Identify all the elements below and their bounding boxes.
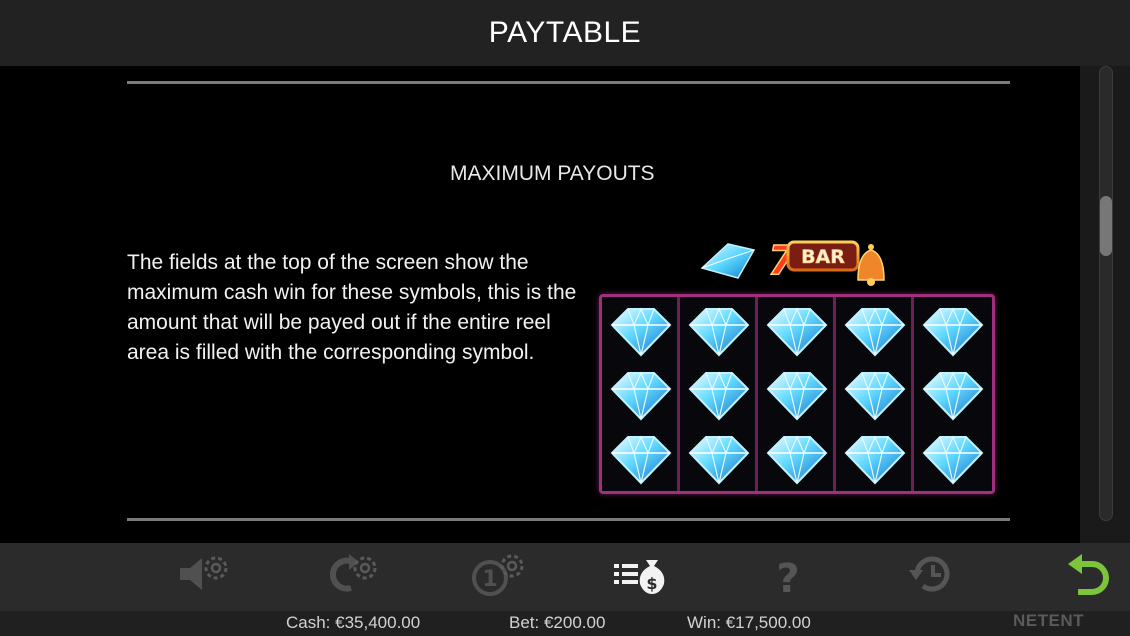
svg-text:1: 1 [482,567,497,592]
scrollbar-outline [1099,66,1113,521]
logo-bar-text: BAR [801,246,845,268]
divider-bottom [127,518,1010,521]
diamond-icon [606,365,676,425]
help-button[interactable]: ? [758,548,818,600]
diamond-icon [606,301,676,361]
brand-logo: NETENT [1013,611,1084,630]
reel-area [599,294,995,494]
history-button[interactable] [903,548,963,600]
arrows-gear-icon [329,554,377,592]
bet-settings-button[interactable]: 1 [470,548,530,600]
diamond-icon [684,365,754,425]
reel-column [602,297,680,491]
section-title: MAXIMUM PAYOUTS [450,162,655,185]
reel-column [836,297,914,491]
section-description: The fields at the top of the screen show… [127,251,577,364]
diamond-icon [840,429,910,489]
diamond-icon [840,365,910,425]
reel-column [914,297,992,491]
bell-icon [857,244,885,286]
diamond-icon [684,301,754,361]
diamond-icon [918,429,988,489]
divider-top [127,81,1010,84]
speaker-gear-icon [180,556,228,590]
diamond-icon [840,301,910,361]
paytable-icon: $ [614,560,665,594]
scrollbar-thumb[interactable] [1100,196,1112,256]
diamond-icon [762,429,832,489]
diamond-icon [606,429,676,489]
page-title: PAYTABLE [488,16,642,49]
reel-column [758,297,836,491]
diamond-icon [762,365,832,425]
logo-diamond-icon [700,243,756,279]
history-icon [909,556,950,592]
diamond-icon [762,301,832,361]
svg-text:?: ? [776,556,799,596]
game-logo: 7 BAR [700,237,885,286]
svg-text:$: $ [646,574,657,593]
sound-settings-button[interactable] [174,548,234,600]
autoplay-settings-button[interactable] [323,548,383,600]
back-button[interactable] [1058,548,1118,600]
back-arrow-icon [1068,554,1109,595]
question-icon: ? [776,556,799,596]
diamond-icon [918,301,988,361]
bet-display: Bet: €200.00 [509,613,606,632]
cash-display: Cash: €35,400.00 [286,613,421,632]
win-display: Win: €17,500.00 [687,613,811,632]
diamond-icon [684,429,754,489]
paytable-button[interactable]: $ [612,548,672,600]
coin-gear-icon: 1 [472,554,524,596]
header-bar: PAYTABLE [0,0,1130,66]
reel-column [680,297,758,491]
diamond-icon [918,365,988,425]
